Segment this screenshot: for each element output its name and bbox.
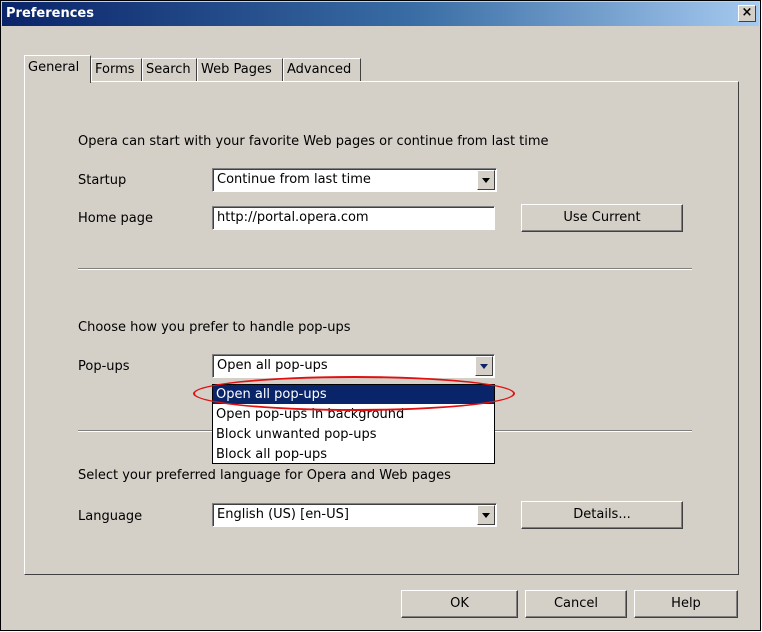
popups-label: Pop-ups <box>78 359 130 374</box>
window-title: Preferences <box>6 6 94 21</box>
dropdown-option-open-all[interactable]: Open all pop-ups <box>213 385 494 404</box>
preferences-dialog: Preferences × General Forms Search Web P… <box>0 0 761 631</box>
startup-label: Startup <box>78 173 127 188</box>
help-button[interactable]: Help <box>634 590 738 618</box>
chevron-down-icon[interactable] <box>477 170 495 190</box>
dropdown-option-background[interactable]: Open pop-ups in background <box>213 405 494 424</box>
startup-select[interactable]: Continue from last time <box>212 168 497 192</box>
tab-forms[interactable]: Forms <box>91 58 142 82</box>
use-current-button[interactable]: Use Current <box>521 204 683 232</box>
dropdown-option-block-all[interactable]: Block all pop-ups <box>213 445 494 464</box>
close-icon: × <box>741 5 753 20</box>
title-bar[interactable]: Preferences × <box>2 2 759 26</box>
tab-general[interactable]: General <box>24 55 91 83</box>
popup-description: Choose how you prefer to handle pop-ups <box>78 320 351 335</box>
tab-label: Forms <box>95 62 135 77</box>
tab-label: General <box>28 60 80 75</box>
startup-description: Opera can start with your favorite Web p… <box>78 134 549 149</box>
tab-web-pages[interactable]: Web Pages <box>197 58 283 82</box>
language-select[interactable]: English (US) [en-US] <box>212 503 497 527</box>
tab-search[interactable]: Search <box>142 58 197 82</box>
popups-select-value: Open all pop-ups <box>217 358 328 373</box>
homepage-input-value: http://portal.opera.com <box>217 210 369 225</box>
separator <box>78 268 692 270</box>
tab-advanced[interactable]: Advanced <box>283 58 361 82</box>
homepage-input[interactable]: http://portal.opera.com <box>212 206 495 230</box>
startup-select-value: Continue from last time <box>217 172 371 187</box>
homepage-label: Home page <box>78 211 153 226</box>
popups-dropdown-list[interactable]: Open all pop-ups Open pop-ups in backgro… <box>212 384 495 464</box>
cancel-button[interactable]: Cancel <box>525 590 627 618</box>
language-select-value: English (US) [en-US] <box>217 507 349 522</box>
dropdown-option-block-unwanted[interactable]: Block unwanted pop-ups <box>213 425 494 444</box>
details-button[interactable]: Details... <box>521 501 683 529</box>
chevron-down-icon[interactable] <box>477 505 495 525</box>
ok-button[interactable]: OK <box>401 590 518 618</box>
language-label: Language <box>78 509 143 524</box>
popups-select[interactable]: Open all pop-ups <box>212 354 495 378</box>
tab-label: Search <box>146 62 191 77</box>
tab-label: Web Pages <box>201 62 272 77</box>
chevron-down-icon[interactable] <box>475 356 493 376</box>
language-description: Select your preferred language for Opera… <box>78 468 451 483</box>
close-button[interactable]: × <box>738 5 756 22</box>
tab-label: Advanced <box>287 62 352 77</box>
